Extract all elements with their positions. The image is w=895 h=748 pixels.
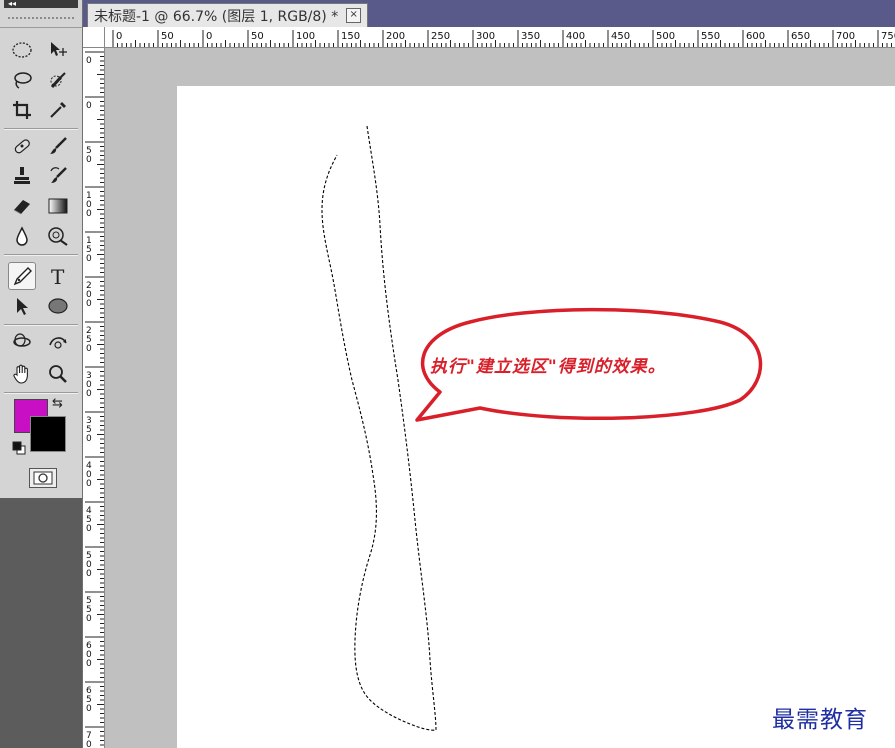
watermark-text: 最需教育 [772, 707, 868, 733]
selection-marquee[interactable] [321, 125, 437, 731]
callout-text: 执行"建立选区"得到的效果。 [430, 357, 666, 377]
